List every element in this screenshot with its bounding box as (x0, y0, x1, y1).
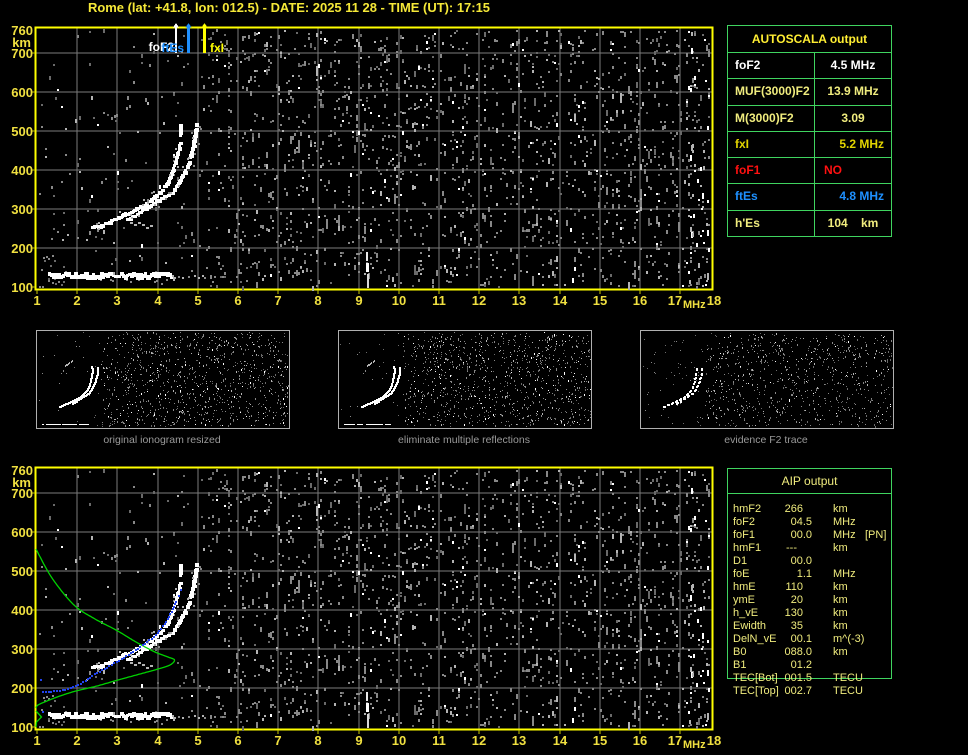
svg-text:3: 3 (113, 293, 120, 308)
svg-text:14: 14 (553, 293, 568, 308)
svg-text:13: 13 (512, 293, 526, 308)
svg-text:ftEs: ftEs (161, 41, 184, 55)
svg-text:9: 9 (355, 293, 362, 308)
svg-text:10: 10 (392, 293, 406, 308)
svg-text:Rome (lat: +41.8, lon: 012.5): Rome (lat: +41.8, lon: 012.5) - DATE: 20… (88, 0, 490, 15)
svg-text:6: 6 (234, 293, 241, 308)
svg-text:MHz: MHz (683, 299, 706, 311)
svg-text:5: 5 (194, 293, 201, 308)
svg-text:fxI: fxI (210, 41, 224, 55)
svg-text:100: 100 (11, 280, 33, 295)
svg-text:15: 15 (593, 293, 607, 308)
svg-text:2: 2 (73, 293, 80, 308)
svg-text:11: 11 (432, 293, 446, 308)
svg-text:evidence F2 trace: evidence F2 trace (724, 434, 808, 446)
svg-text:original ionogram resized: original ionogram resized (103, 434, 220, 446)
svg-text:16: 16 (633, 293, 647, 308)
svg-text:4: 4 (154, 293, 162, 308)
svg-text:8: 8 (314, 293, 321, 308)
svg-text:700: 700 (11, 46, 33, 61)
svg-text:7: 7 (274, 293, 281, 308)
svg-text:400: 400 (11, 163, 33, 178)
svg-text:300: 300 (11, 202, 33, 217)
svg-text:12: 12 (472, 293, 486, 308)
svg-text:200: 200 (11, 241, 33, 256)
svg-text:1: 1 (33, 293, 40, 308)
svg-text:600: 600 (11, 85, 33, 100)
svg-text:500: 500 (11, 124, 33, 139)
svg-text:17: 17 (668, 293, 682, 308)
svg-text:18: 18 (707, 293, 721, 308)
svg-text:eliminate multiple reflections: eliminate multiple reflections (398, 434, 530, 446)
